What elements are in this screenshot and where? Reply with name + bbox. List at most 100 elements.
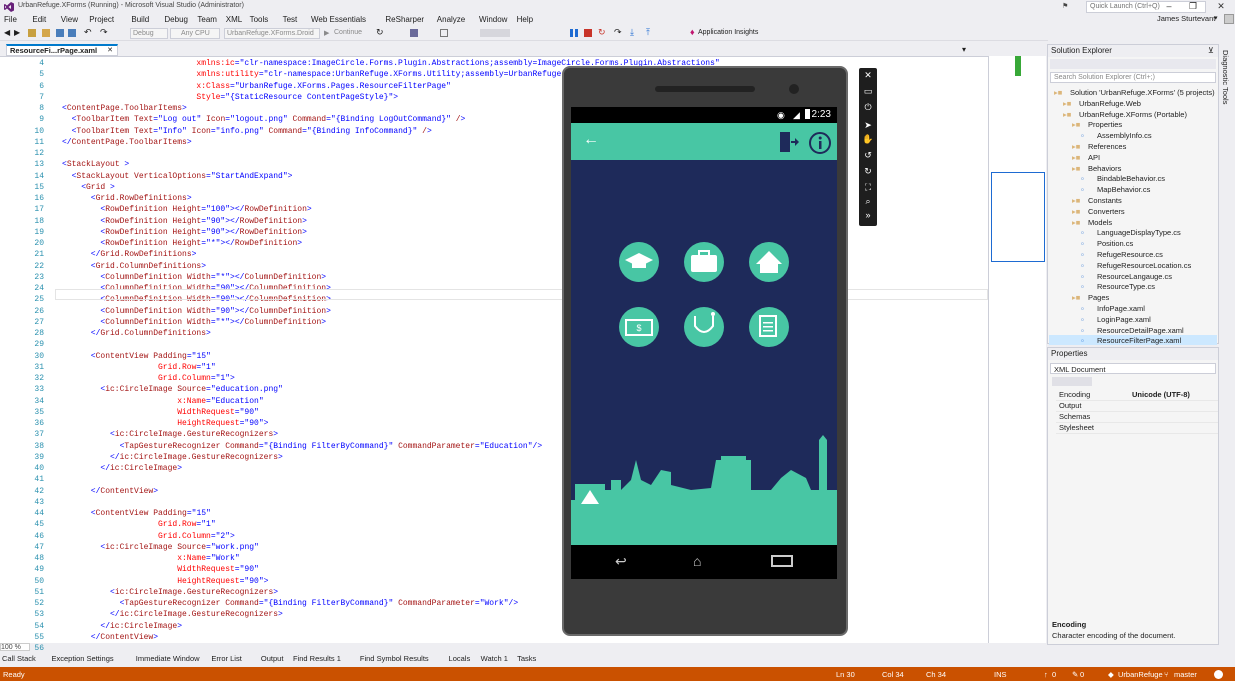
back-arrow-icon[interactable]: ← [583,132,599,148]
code-line[interactable]: HeightRequest="90"> [177,577,268,586]
code-line[interactable]: <TapGestureRecognizer Command="{Binding … [120,442,543,451]
android-recents-icon[interactable] [771,555,793,567]
code-line[interactable]: x:Class="UrbanRefuge.XForms.Pages.Resour… [196,82,450,91]
code-line[interactable]: Style="{StaticResource ContentPageStyle}… [196,93,398,102]
tree-item[interactable]: LoginPage.xaml [1097,315,1151,324]
code-line[interactable]: <Grid > [81,183,115,192]
code-line[interactable]: WidthRequest="90" [177,565,259,574]
phone-screen[interactable]: ◉ ◢ 2:23 ← $ ↩ ⌂ [571,107,837,579]
tab-call-stack[interactable]: Call Stack [2,654,36,663]
education-icon[interactable] [619,242,659,282]
solution-configuration-dropdown[interactable]: Debug [130,28,168,39]
signed-in-user[interactable]: James Sturtevant [1157,14,1215,23]
code-line[interactable]: Grid.Row="1" [158,363,216,372]
property-row[interactable]: Schemas [1056,412,1218,423]
zoom-icon[interactable]: ⌕ [862,196,874,207]
solution-tree[interactable]: ▸■ Solution 'UrbanRefuge.XForms' (5 proje… [1048,45,1218,345]
tree-item[interactable]: Behaviors [1088,164,1121,173]
menu-resharper[interactable]: ReSharper [385,14,424,25]
code-line[interactable]: </ContentPage.ToolbarItems> [62,138,192,147]
tree-item[interactable]: Constants [1088,196,1122,205]
redo-icon[interactable]: ↷ [100,27,108,38]
menu-project[interactable]: Project [89,14,114,25]
code-line[interactable]: Grid.Column="1"> [158,374,235,383]
step-over-icon[interactable]: ↷ [614,27,622,38]
branch-name[interactable]: master [1174,670,1197,679]
text-editor-toolbar-icons[interactable] [480,29,510,37]
code-line[interactable]: <ColumnDefinition Width="*"></ColumnDefi… [100,318,326,327]
menu-debug[interactable]: Debug [164,14,188,25]
more-tools-icon[interactable]: » [862,210,874,220]
save-icon[interactable] [56,29,64,37]
code-line[interactable]: Grid.Row="1" [158,520,216,529]
code-line[interactable]: </ic:CircleImage.GestureRecognizers> [110,610,283,619]
tree-item[interactable]: Models [1088,218,1112,227]
tree-item[interactable]: UrbanRefuge.Web [1079,99,1141,108]
tree-item[interactable]: AssemblyInfo.cs [1097,131,1152,140]
tree-item[interactable]: Position.cs [1097,239,1133,248]
continue-button[interactable]: Continue [334,29,362,36]
navigate-back-icon[interactable]: ◀ [4,28,12,37]
step-into-icon[interactable]: ⤓ [630,27,634,38]
menu-web-essentials[interactable]: Web Essentials [311,14,366,25]
find-icon[interactable] [440,29,448,37]
properties-object-selector[interactable]: XML Document [1050,363,1216,374]
rotate-left-icon[interactable]: ↺ [862,150,874,161]
tab-overflow-icon[interactable]: ▾ [962,45,966,54]
pause-icon[interactable] [570,29,573,37]
power-icon[interactable]: ⏻ [862,102,874,113]
editor-scrollbar-map[interactable] [988,56,1046,643]
menu-edit[interactable]: Edit [32,14,46,25]
tree-item[interactable]: Properties [1088,120,1122,129]
code-line[interactable]: <RowDefinition Height="*"></RowDefinitio… [100,239,302,248]
refresh-icon[interactable]: ↻ [376,27,384,38]
unpushed-commits-icon[interactable]: ↑ [1044,670,1048,679]
tree-item[interactable]: Pages [1088,293,1109,302]
tab-resource-filter-page[interactable]: ResourceFi...rPage.xaml ✕ [6,44,118,56]
tree-item[interactable]: ResourceFilterPage.xaml [1097,336,1181,345]
code-line[interactable]: <Grid.RowDefinitions> [91,194,192,203]
tab-tasks[interactable]: Tasks [517,654,536,663]
code-line[interactable]: <Grid.ColumnDefinitions> [91,262,206,271]
tree-item[interactable]: MapBehavior.cs [1097,185,1150,194]
properties-toolbar[interactable] [1052,377,1092,386]
code-line[interactable]: <ContentPage.ToolbarItems> [62,104,187,113]
code-line[interactable]: WidthRequest="90" [177,408,259,417]
code-line[interactable]: <RowDefinition Height="90"></RowDefiniti… [100,228,307,237]
notifications-icon[interactable] [1214,670,1223,679]
health-icon[interactable] [684,307,724,347]
step-out-icon[interactable]: ⤒ [646,27,650,38]
tree-item[interactable]: UrbanRefuge.XForms (Portable) [1079,110,1187,119]
diagnostic-tools-tab[interactable]: Diagnostic Tools [1219,44,1235,344]
tree-item[interactable]: API [1088,153,1100,162]
menu-tools[interactable]: Tools [250,14,269,25]
minimize-button[interactable]: – [1160,0,1178,13]
tree-item[interactable]: ResourceLangauge.cs [1097,272,1172,281]
tree-item[interactable]: ResourceType.cs [1097,282,1155,291]
tree-item[interactable]: BindableBehavior.cs [1097,174,1165,183]
code-line[interactable]: HeightRequest="90"> [177,419,268,428]
code-line[interactable]: </Grid.ColumnDefinitions> [91,329,211,338]
application-insights-button[interactable]: Application Insights [698,29,758,36]
code-line[interactable]: x:Name="Education" [177,397,263,406]
tree-item[interactable]: Solution 'UrbanRefuge.XForms' (5 project… [1070,88,1215,97]
code-line[interactable]: <RowDefinition Height="100"></RowDefinit… [100,205,311,214]
tab-locals[interactable]: Locals [449,654,471,663]
housing-icon[interactable] [749,242,789,282]
logout-icon[interactable] [777,131,799,153]
code-line[interactable]: x:Name="Work" [177,554,239,563]
feedback-flag-icon[interactable]: ⚑ [1062,2,1068,10]
code-line[interactable]: </ContentView> [91,487,158,496]
code-line[interactable]: <StackLayout VerticalOptions="StartAndEx… [72,172,293,181]
tab-find-symbol-results[interactable]: Find Symbol Results [360,654,429,663]
code-line[interactable]: <TapGestureRecognizer Command="{Binding … [120,599,519,608]
avatar[interactable] [1224,14,1234,24]
startup-project-dropdown[interactable]: UrbanRefuge.XForms.Droid [224,28,320,39]
money-icon[interactable]: $ [619,307,659,347]
menu-test[interactable]: Test [283,14,298,25]
continue-icon[interactable]: ▶ [324,29,329,37]
code-line[interactable]: <ic:CircleImage Source="work.png" [100,543,258,552]
code-line[interactable]: </ic:CircleImage.GestureRecognizers> [110,453,283,462]
menu-team[interactable]: Team [197,14,217,25]
navigate-forward-icon[interactable]: ▶ [14,28,22,37]
